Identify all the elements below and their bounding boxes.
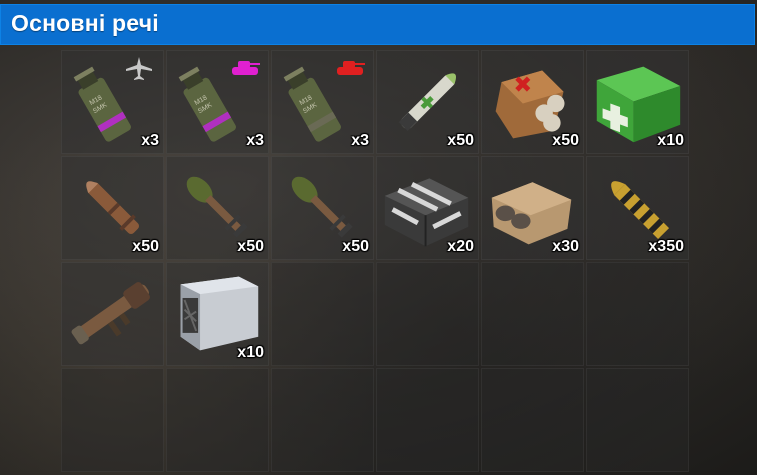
item-quantity: x50: [132, 238, 159, 255]
empty-slot[interactable]: [271, 368, 374, 472]
item-quantity: x350: [648, 238, 684, 255]
item-quantity: x3: [246, 132, 264, 149]
item-quantity: x10: [237, 344, 264, 361]
empty-slot[interactable]: [376, 262, 479, 366]
slot-medkit-box[interactable]: x10: [586, 50, 689, 154]
slot-rocket-launcher[interactable]: [61, 262, 164, 366]
slot-medical-canister-pack[interactable]: x50: [481, 50, 584, 154]
empty-slot[interactable]: [376, 368, 479, 472]
item-quantity: x50: [447, 132, 474, 149]
slot-camo-explosive-pack[interactable]: x20: [376, 156, 479, 260]
launcher-icon: [71, 282, 150, 345]
slot-smoke-grenade-pink-tank[interactable]: M18 SMK x3: [166, 50, 269, 154]
empty-slot[interactable]: [586, 262, 689, 366]
empty-slot[interactable]: [61, 368, 164, 472]
empty-slot[interactable]: [586, 368, 689, 472]
item-quantity: x50: [342, 238, 369, 255]
item-quantity: x50: [552, 132, 579, 149]
tank-icon: [232, 61, 260, 75]
slot-smoke-grenade-red-tank[interactable]: M18 SMK x3: [271, 50, 374, 154]
empty-slot[interactable]: [271, 262, 374, 366]
slot-taped-explosive-pack[interactable]: x30: [481, 156, 584, 260]
item-quantity: x50: [237, 238, 264, 255]
item-quantity: x30: [552, 238, 579, 255]
slot-rocket-copper[interactable]: x50: [61, 156, 164, 260]
empty-slot[interactable]: [481, 368, 584, 472]
tank-icon: [337, 61, 365, 75]
empty-slot[interactable]: [481, 262, 584, 366]
slot-rocket-green-tip[interactable]: x50: [166, 156, 269, 260]
page-title: Основні речі: [11, 10, 159, 36]
slot-striped-ammo[interactable]: x350: [586, 156, 689, 260]
slot-medical-rocket[interactable]: x50: [376, 50, 479, 154]
slot-mining-rig[interactable]: x10: [166, 262, 269, 366]
inventory-grid: M18 SMK x3 M18 SMK x3 M18 SMK x3 x50 x50…: [61, 50, 689, 472]
aircraft-icon: [126, 57, 152, 80]
slot-rocket-green-tip-2[interactable]: x50: [271, 156, 374, 260]
empty-slot[interactable]: [166, 368, 269, 472]
item-quantity: x20: [447, 238, 474, 255]
item-quantity: x3: [141, 132, 159, 149]
item-quantity: x10: [657, 132, 684, 149]
item-quantity: x3: [351, 132, 369, 149]
inventory-header: Основні речі: [0, 4, 755, 45]
slot-smoke-grenade-aircraft[interactable]: M18 SMK x3: [61, 50, 164, 154]
